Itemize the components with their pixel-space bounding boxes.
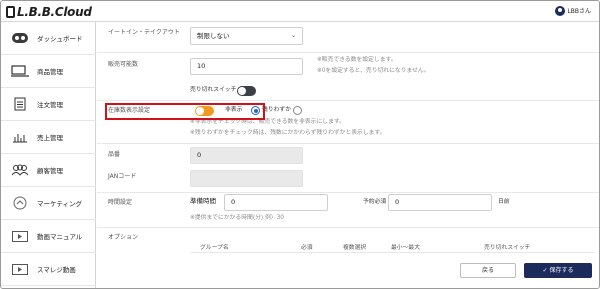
sidebar-item-video-manual[interactable]: 動画マニュアル xyxy=(1,220,96,253)
sales-chart-icon xyxy=(11,130,29,144)
time-setting-label: 時間設定 xyxy=(108,199,133,206)
reserve-input[interactable]: 0 xyxy=(388,194,492,211)
divider xyxy=(190,252,595,253)
option-hide-label: 非表示 xyxy=(225,107,243,113)
prep-time-value: 0 xyxy=(231,198,236,206)
customers-icon xyxy=(11,163,29,177)
divider xyxy=(97,100,599,101)
eat-in-select[interactable]: 制限しない ⌄ xyxy=(190,27,303,45)
sidebar-item-smaregi-video[interactable]: スマレジ動画 xyxy=(1,253,96,286)
col-soldout-switch: 売り切れスイッチ xyxy=(484,245,531,251)
user-name: LBBさん xyxy=(567,8,591,15)
back-button[interactable]: 戻る xyxy=(460,263,516,278)
sellable-qty-label: 販売可能数 xyxy=(108,61,139,68)
top-header: L.B.B.Cloud LBBさん xyxy=(1,1,599,22)
sidebar-item-marketing[interactable]: マーケティング xyxy=(1,187,96,220)
soldout-switch-label: 売り切れスイッチ xyxy=(190,87,237,93)
jan-code-label: JANコード xyxy=(108,173,137,180)
stock-display-label: 在庫数表示設定 xyxy=(108,107,151,114)
divider xyxy=(97,143,599,144)
options-label: オプション xyxy=(108,234,139,241)
stock-display-hint-2: ※残りわずかをチェック時は、残数にかかわらず残りわずかと表示します。 xyxy=(190,130,386,136)
reserve-value: 0 xyxy=(395,198,400,206)
prep-time-input[interactable]: 0 xyxy=(224,194,328,211)
col-group-name: グループ名 xyxy=(200,245,229,251)
col-required: 必須 xyxy=(301,245,313,251)
sidebar-item-label: スマレジ動画 xyxy=(37,266,76,274)
sellable-qty-hint-2: ※0を設定すると、売り切れになりません。 xyxy=(317,68,430,74)
sidebar-item-label: 動画マニュアル xyxy=(37,233,83,241)
app-window: L.B.B.Cloud LBBさん ダッシュボード 商品管理 注文管理 売上管理… xyxy=(0,0,600,289)
sidebar-item-label: 商品管理 xyxy=(37,68,63,76)
sidebar-item-dashboard[interactable]: ダッシュボード xyxy=(1,22,96,55)
sidebar-item-label: 顧客管理 xyxy=(37,167,63,175)
option-few-radio[interactable] xyxy=(293,106,302,115)
marketing-icon xyxy=(11,196,29,210)
sidebar-item-sales[interactable]: 売上管理 xyxy=(1,121,96,154)
col-min-max: 最小〜最大 xyxy=(391,245,420,251)
sellable-qty-value: 10 xyxy=(197,62,206,70)
stock-display-toggle[interactable] xyxy=(195,106,214,116)
option-few-label: 残りわずか xyxy=(262,107,291,113)
divider xyxy=(97,52,599,53)
video-icon xyxy=(11,229,29,243)
divider xyxy=(97,227,599,228)
col-multi-select: 複数選択 xyxy=(343,245,367,251)
sellable-qty-input[interactable]: 10 xyxy=(190,58,303,75)
sidebar-item-label: 売上管理 xyxy=(37,134,63,142)
prep-time-label: 準備時間 xyxy=(190,197,216,205)
item-number-value: 0 xyxy=(197,151,202,159)
reserve-label: 予約必須 xyxy=(363,199,387,205)
save-button[interactable]: ✓ 保存する xyxy=(524,263,592,278)
divider xyxy=(97,192,599,193)
chevron-down-icon: ⌄ xyxy=(290,32,296,39)
logo-text: L.B.B.Cloud xyxy=(17,5,92,19)
sidebar-item-label: マーケティング xyxy=(37,200,82,208)
soldout-toggle[interactable] xyxy=(237,86,256,96)
product-icon xyxy=(11,64,29,78)
option-hide-radio[interactable] xyxy=(251,106,260,115)
sellable-qty-hint-1: ※販売できる数を設定します。 xyxy=(317,57,397,63)
logo-mark-icon xyxy=(6,6,15,18)
eat-in-label: イートイン・テイクアウト xyxy=(108,29,180,36)
sidebar: ダッシュボード 商品管理 注文管理 売上管理 顧客管理 マーケティング 動画マニ… xyxy=(1,22,96,288)
item-number-label: 品番 xyxy=(108,151,121,158)
product-edit-form: イートイン・テイクアウト 制限しない ⌄ 販売可能数 10 ※販売できる数を設定… xyxy=(97,22,599,288)
sidebar-item-orders[interactable]: 注文管理 xyxy=(1,88,96,121)
smaregi-video-icon xyxy=(11,262,29,276)
item-number-input[interactable]: 0 xyxy=(190,147,303,164)
sidebar-item-label: 注文管理 xyxy=(37,101,63,109)
days-before-unit: 日前 xyxy=(498,199,510,205)
time-setting-hint: ※提供までにかかる時間(分) 例）30 xyxy=(190,215,284,221)
app-logo[interactable]: L.B.B.Cloud xyxy=(6,4,92,20)
dashboard-icon xyxy=(11,31,29,45)
sidebar-item-products[interactable]: 商品管理 xyxy=(1,55,96,88)
stock-display-hint-1: ※非表示をチェック時は、販売できる数を非表示にします。 xyxy=(190,119,345,125)
jan-code-input[interactable] xyxy=(190,170,303,187)
sidebar-item-customers[interactable]: 顧客管理 xyxy=(1,154,96,187)
order-icon xyxy=(11,97,29,111)
user-avatar-icon xyxy=(555,6,566,16)
eat-in-value: 制限しない xyxy=(197,32,230,40)
sidebar-item-label: ダッシュボード xyxy=(37,35,83,43)
user-menu[interactable]: LBBさん xyxy=(555,6,591,17)
